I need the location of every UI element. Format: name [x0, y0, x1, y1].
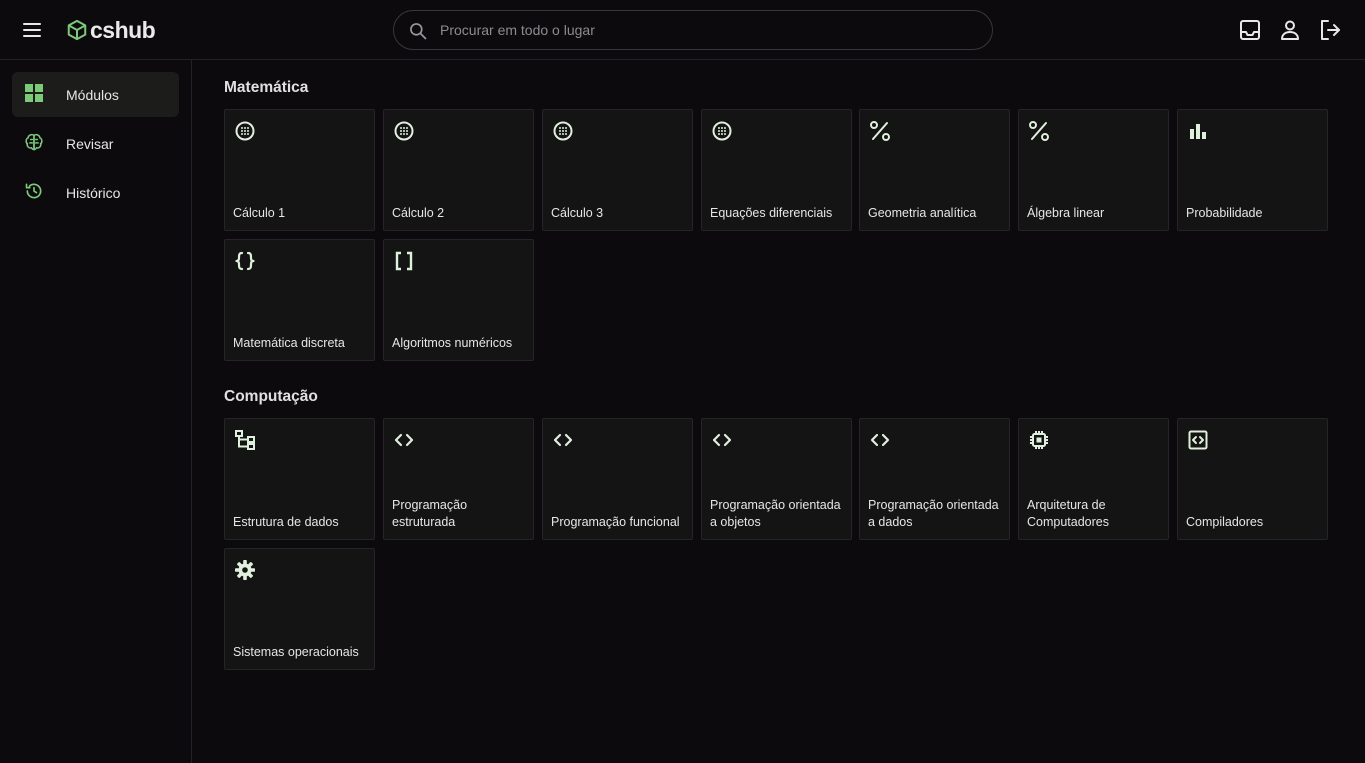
inbox-icon[interactable]	[1238, 18, 1262, 42]
module-card-equacoes-diferenciais[interactable]: Equações diferenciais	[701, 109, 852, 231]
module-card-label: Álgebra linear	[1027, 206, 1105, 220]
module-card-compiladores[interactable]: Compiladores	[1177, 418, 1328, 540]
module-card-label: Cálculo 2	[392, 206, 445, 220]
module-card-estrutura-de-dados[interactable]: Estrutura de dados	[224, 418, 375, 540]
module-card-programacao-orientada-a-objetos[interactable]: Programação orientada a objetos	[701, 418, 852, 540]
module-card-label: Compiladores	[1186, 515, 1264, 529]
gear-icon	[235, 560, 255, 580]
module-card-label: Probabilidade	[1186, 206, 1263, 220]
module-card-calculo-3[interactable]: Cálculo 3	[542, 109, 693, 231]
module-card-programacao-estruturada[interactable]: Programação estruturada	[383, 418, 534, 540]
globe-grid-icon	[553, 121, 573, 141]
globe-grid-icon	[235, 121, 255, 141]
globe-grid-icon	[712, 121, 732, 141]
bar-chart-icon	[1190, 124, 1206, 139]
section-title-computacao: Computação	[224, 388, 318, 405]
module-card-label: Programação orientada a objetos	[710, 498, 841, 529]
search-input[interactable]	[440, 19, 970, 41]
code-box-icon	[1188, 430, 1208, 450]
logo-text: cshub	[90, 16, 156, 43]
sidebar-item-modulos[interactable]: Módulos	[12, 72, 179, 117]
module-card-arquitetura-de-computadores[interactable]: Arquitetura de Computadores	[1018, 418, 1169, 540]
history-icon	[25, 183, 42, 199]
module-card-label: Cálculo 1	[233, 206, 286, 220]
vector-percent-icon	[1029, 121, 1049, 141]
code-icon	[394, 433, 414, 447]
module-card-calculo-1[interactable]: Cálculo 1	[224, 109, 375, 231]
module-card-label: Sistemas operacionais	[233, 645, 359, 659]
module-card-programacao-orientada-a-dados[interactable]: Programação orientada a dados	[859, 418, 1010, 540]
code-icon	[553, 433, 573, 447]
curly-braces-icon	[235, 251, 255, 271]
module-card-label: Equações diferenciais	[710, 206, 833, 220]
module-card-label: Programação estruturada	[392, 498, 468, 529]
module-card-label: Algoritmos numéricos	[392, 336, 513, 350]
chip-icon	[1030, 431, 1048, 449]
module-card-algoritmos-numericos[interactable]: Algoritmos numéricos	[383, 239, 534, 361]
module-card-matematica-discreta[interactable]: Matemática discreta	[224, 239, 375, 361]
sidebar: Módulos Revisar Histórico	[0, 60, 192, 763]
module-card-programacao-funcional[interactable]: Programação funcional	[542, 418, 693, 540]
module-card-label: Matemática discreta	[233, 336, 345, 350]
module-card-label: Programação funcional	[551, 515, 680, 529]
module-card-label: Programação orientada a dados	[868, 498, 999, 529]
module-card-geometria-analitica[interactable]: Geometria analítica	[859, 109, 1010, 231]
module-card-algebra-linear[interactable]: Álgebra linear	[1018, 109, 1169, 231]
menu-icon[interactable]	[20, 18, 44, 42]
module-card-sistemas-operacionais[interactable]: Sistemas operacionais	[224, 548, 375, 670]
module-card-label: Arquitetura de Computadores	[1027, 498, 1109, 529]
top-bar: cshub	[0, 0, 1365, 60]
module-card-label: Cálculo 3	[551, 206, 604, 220]
code-icon	[870, 433, 890, 447]
user-icon[interactable]	[1278, 18, 1302, 42]
cube-logo-icon	[67, 19, 87, 41]
module-card-probabilidade[interactable]: Probabilidade	[1177, 109, 1328, 231]
logout-icon[interactable]	[1318, 18, 1342, 42]
module-card-label: Estrutura de dados	[233, 515, 339, 529]
module-card-label: Geometria analítica	[868, 206, 977, 220]
vector-percent-icon	[870, 121, 890, 141]
grid-icon	[25, 84, 43, 102]
search-icon	[410, 23, 427, 40]
sidebar-item-label: Histórico	[66, 185, 121, 201]
sidebar-item-label: Revisar	[66, 136, 114, 152]
code-icon	[712, 433, 732, 447]
brain-icon	[25, 133, 43, 151]
logo[interactable]: cshub	[66, 16, 156, 44]
sidebar-item-label: Módulos	[66, 87, 119, 103]
sidebar-item-revisar[interactable]: Revisar	[12, 121, 179, 166]
square-brackets-icon	[395, 251, 413, 271]
module-card-calculo-2[interactable]: Cálculo 2	[383, 109, 534, 231]
section-title-matematica: Matemática	[224, 79, 309, 96]
sidebar-item-historico[interactable]: Histórico	[12, 170, 179, 215]
globe-grid-icon	[394, 121, 414, 141]
tree-structure-icon	[235, 430, 255, 450]
search-bar[interactable]	[393, 10, 993, 50]
